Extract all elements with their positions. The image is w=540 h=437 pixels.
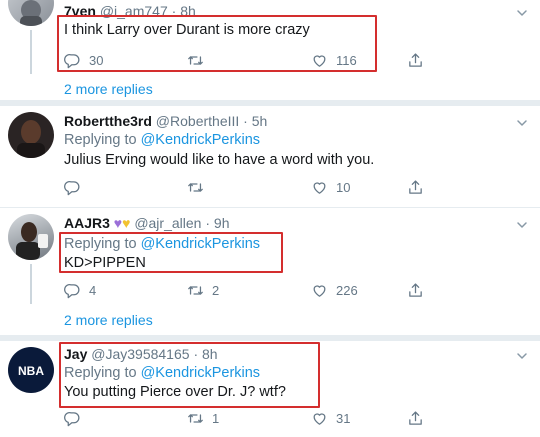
highlight-box: [59, 342, 320, 408]
display-name[interactable]: Robertthe3rd: [64, 113, 152, 129]
retweet-icon: [187, 179, 204, 196]
chevron-down-icon[interactable]: [516, 7, 528, 19]
tweet-header: AAJR3 ♥♥ @ajr_allen · 9h: [64, 215, 229, 231]
avatar[interactable]: NBA: [8, 347, 54, 393]
retweet-icon: [187, 410, 204, 427]
retweet-icon: [187, 282, 204, 299]
like-button[interactable]: 31: [311, 408, 350, 428]
tweet-header: Robertthe3rd @RobertheIII · 5h: [64, 113, 267, 129]
share-button[interactable]: [407, 177, 424, 197]
timestamp[interactable]: 5h: [252, 113, 268, 129]
chevron-down-icon[interactable]: [516, 219, 528, 231]
share-icon: [407, 52, 424, 69]
share-icon: [407, 410, 424, 427]
reply-button[interactable]: [64, 408, 89, 428]
replying-to: Replying to @KendrickPerkins: [64, 132, 260, 148]
reply-icon: [64, 410, 81, 427]
reply-button[interactable]: [64, 177, 89, 197]
like-button[interactable]: 10: [311, 177, 350, 197]
user-handle[interactable]: @RobertheIII: [156, 113, 239, 129]
timestamp[interactable]: 9h: [214, 215, 230, 231]
retweet-button[interactable]: 1: [187, 408, 219, 428]
heart-icon: [311, 179, 328, 196]
user-handle[interactable]: @ajr_allen: [134, 215, 201, 231]
purple-heart-emoji: ♥: [113, 215, 123, 231]
reply-icon: [64, 179, 81, 196]
tweet-2[interactable]: Robertthe3rd @RobertheIII · 5h Replying …: [0, 106, 540, 207]
avatar[interactable]: [8, 112, 54, 158]
retweet-button[interactable]: 2: [187, 280, 219, 300]
share-button[interactable]: [407, 408, 424, 428]
share-icon: [407, 179, 424, 196]
reply-icon: [64, 282, 81, 299]
reply-count: 4: [89, 282, 97, 298]
chevron-down-icon[interactable]: [516, 350, 528, 362]
like-count: 10: [336, 179, 351, 195]
separator-dot: ·: [205, 215, 211, 231]
more-replies-link[interactable]: 2 more replies: [64, 81, 153, 97]
separator-dot: ·: [243, 113, 248, 129]
like-button[interactable]: 226: [311, 280, 358, 300]
tweet-actions: 4 2 226: [64, 280, 464, 300]
tweet-actions: 10: [64, 177, 464, 197]
avatar[interactable]: [8, 0, 54, 26]
retweet-count: 2: [212, 282, 220, 298]
heart-icon: [311, 410, 328, 427]
tweet-text: Julius Erving would like to have a word …: [64, 152, 375, 168]
more-replies-link[interactable]: 2 more replies: [64, 312, 153, 328]
tweet-1[interactable]: 7ven @i_am747 · 8h I think Larry over Du…: [0, 0, 540, 100]
avatar[interactable]: [8, 214, 54, 260]
retweet-button[interactable]: [187, 177, 212, 197]
share-button[interactable]: [407, 50, 424, 70]
mention-link[interactable]: @KendrickPerkins: [141, 132, 260, 148]
highlight-box: [59, 232, 283, 273]
reply-button[interactable]: 4: [64, 280, 96, 300]
highlight-box: [57, 15, 377, 72]
heart-icon: [311, 282, 328, 299]
tweet-actions: 1 31: [64, 408, 464, 428]
nba-logo-text: NBA: [18, 364, 44, 378]
tweet-4[interactable]: NBA Jay @Jay39584165 · 8h Replying to @K…: [0, 341, 540, 437]
chevron-down-icon[interactable]: [516, 117, 528, 129]
display-name[interactable]: AAJR3: [64, 215, 110, 231]
share-button[interactable]: [407, 280, 424, 300]
retweet-count: 1: [212, 410, 220, 426]
like-count: 226: [336, 282, 358, 298]
thread-line: [30, 30, 32, 74]
thread-line: [30, 264, 32, 304]
yellow-heart-emoji: ♥: [122, 215, 131, 231]
tweet-3[interactable]: AAJR3 ♥♥ @ajr_allen · 9h Replying to @Ke…: [0, 208, 540, 335]
replying-label: Replying to: [64, 132, 137, 148]
like-count: 31: [336, 410, 351, 426]
share-icon: [407, 282, 424, 299]
